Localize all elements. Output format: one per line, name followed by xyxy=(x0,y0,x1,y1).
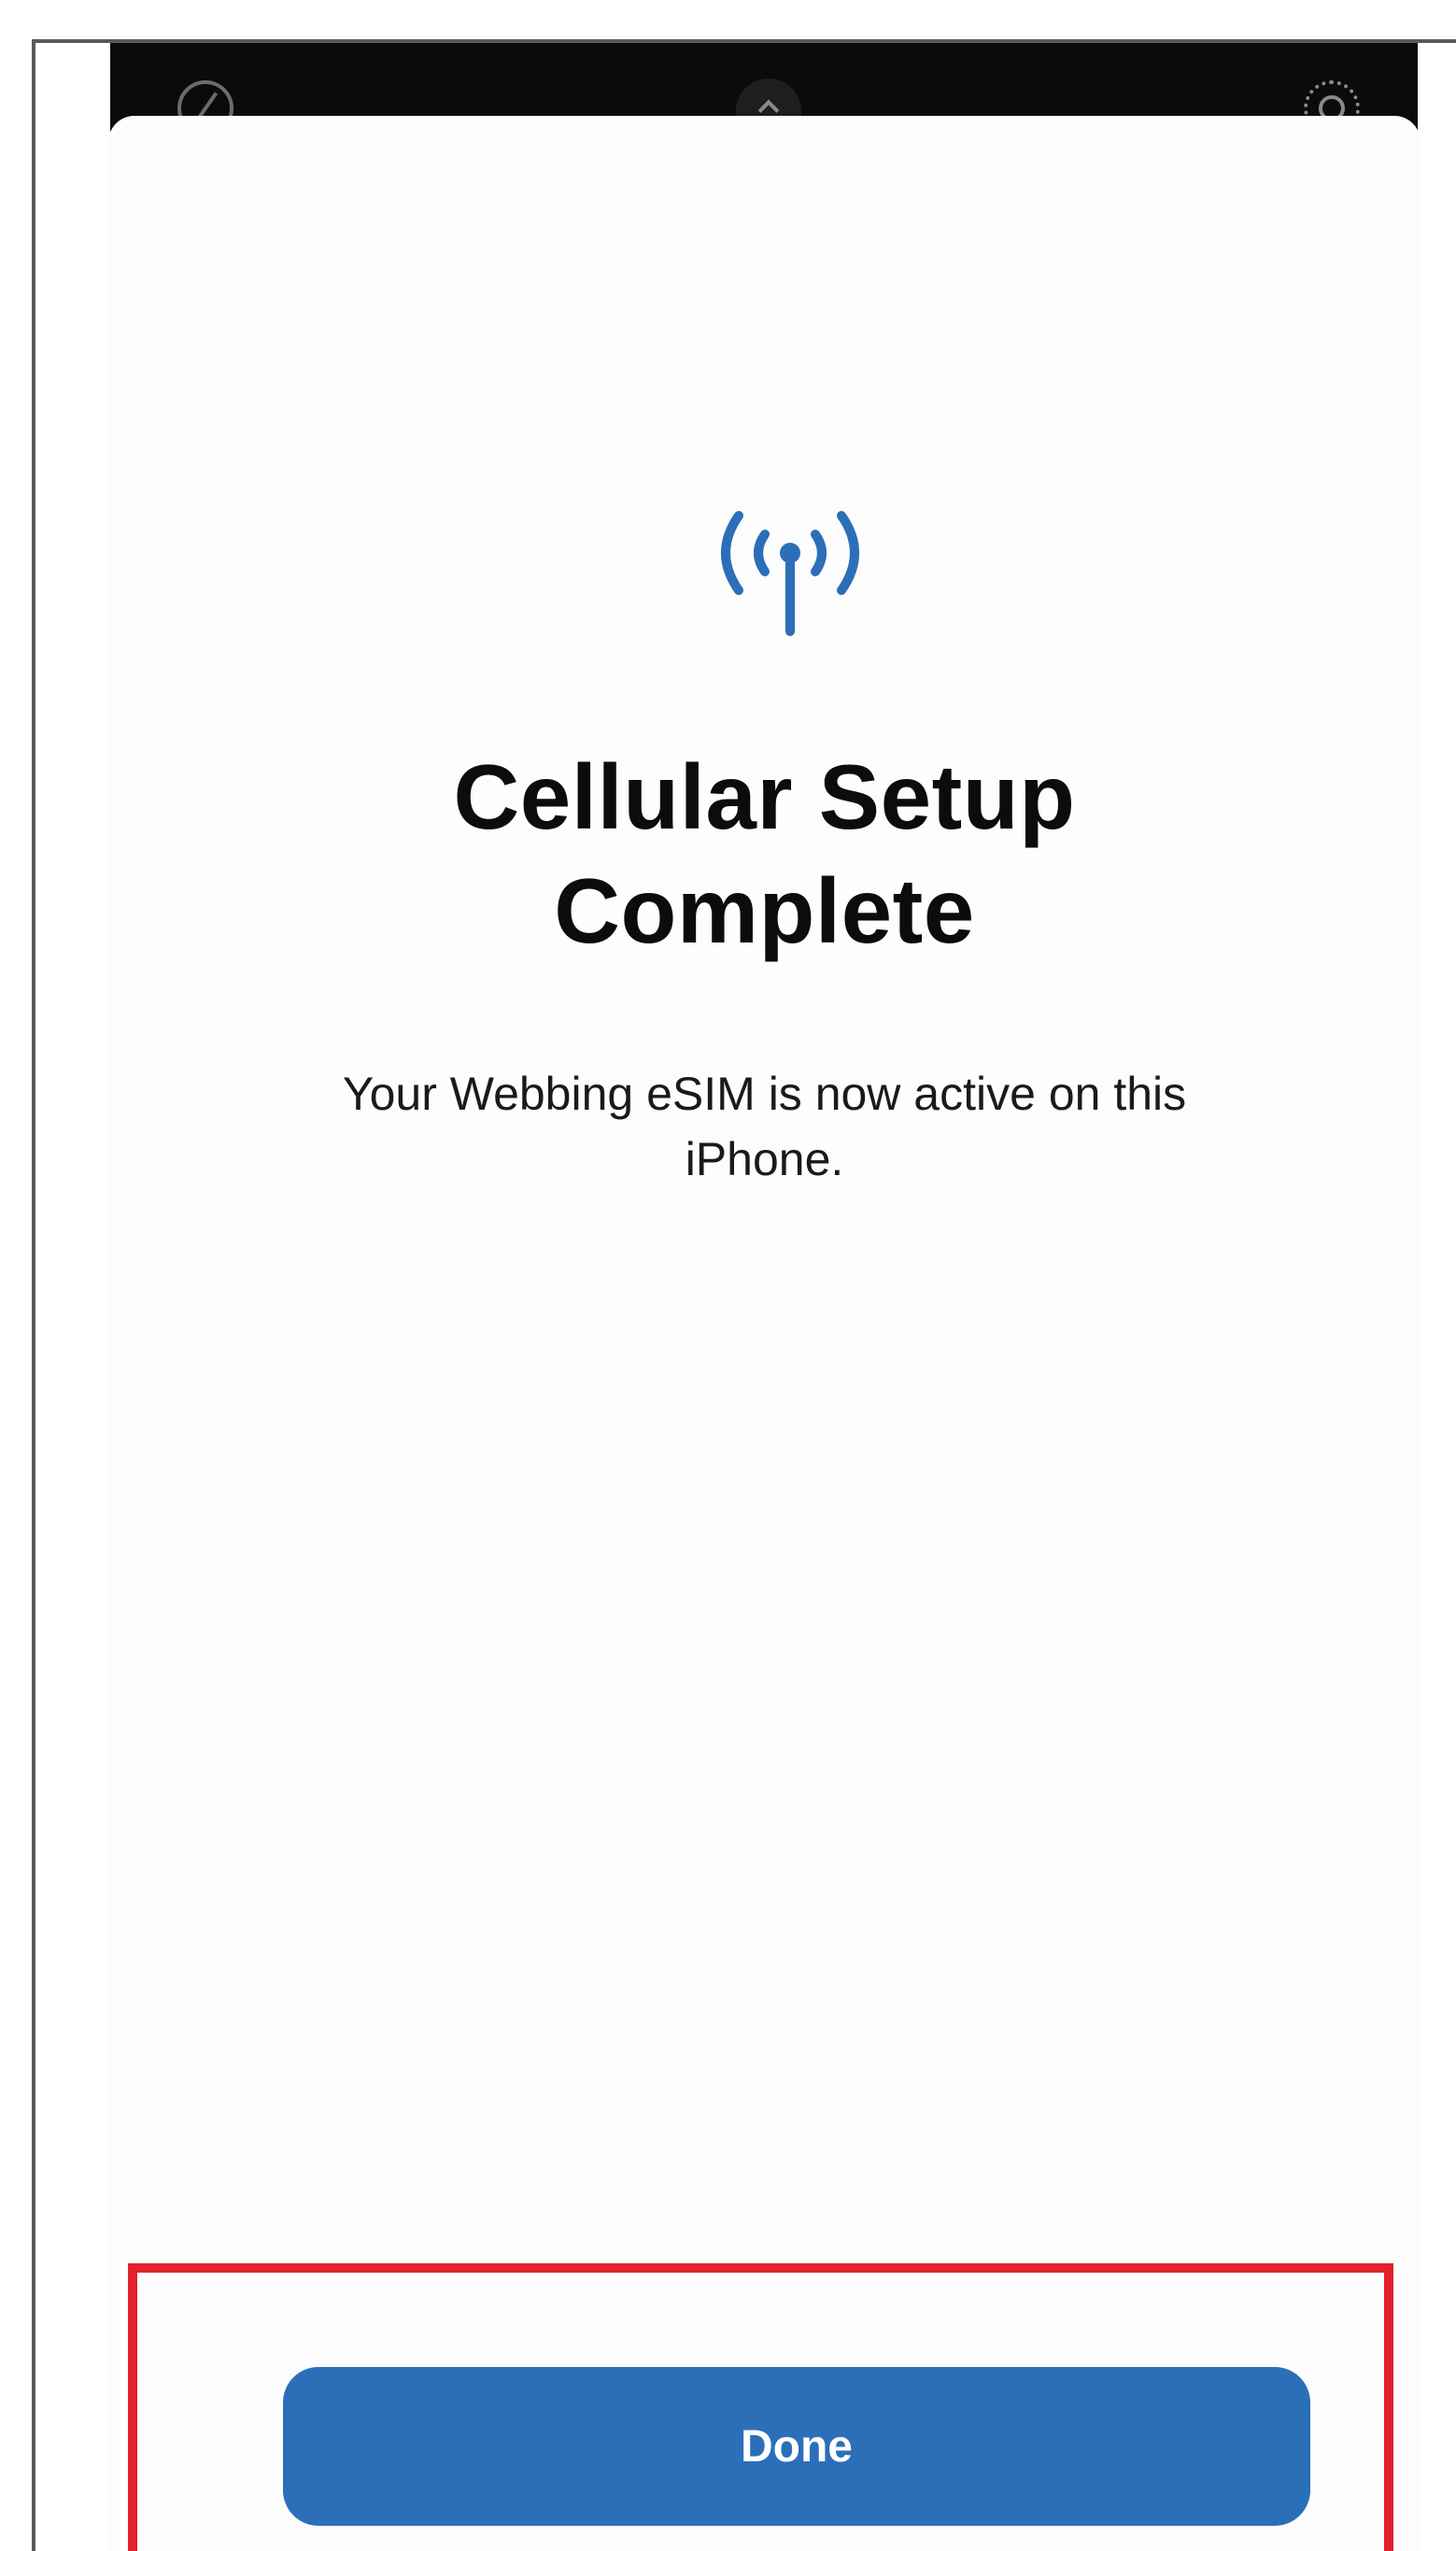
setup-message: Your Webbing eSIM is now active on this … xyxy=(342,1068,1187,1185)
cellular-setup-sheet: Cellular Setup Complete Your Webbing eSI… xyxy=(108,116,1421,2551)
title-line-2: Complete xyxy=(554,859,975,962)
page-title: Cellular Setup Complete xyxy=(108,740,1421,968)
title-line-1: Cellular Setup xyxy=(453,745,1076,848)
done-button[interactable]: Done xyxy=(283,2367,1310,2526)
screenshot-frame: Cellular Setup Complete Your Webbing eSI… xyxy=(32,39,1456,2551)
cellular-antenna-icon xyxy=(721,511,859,636)
